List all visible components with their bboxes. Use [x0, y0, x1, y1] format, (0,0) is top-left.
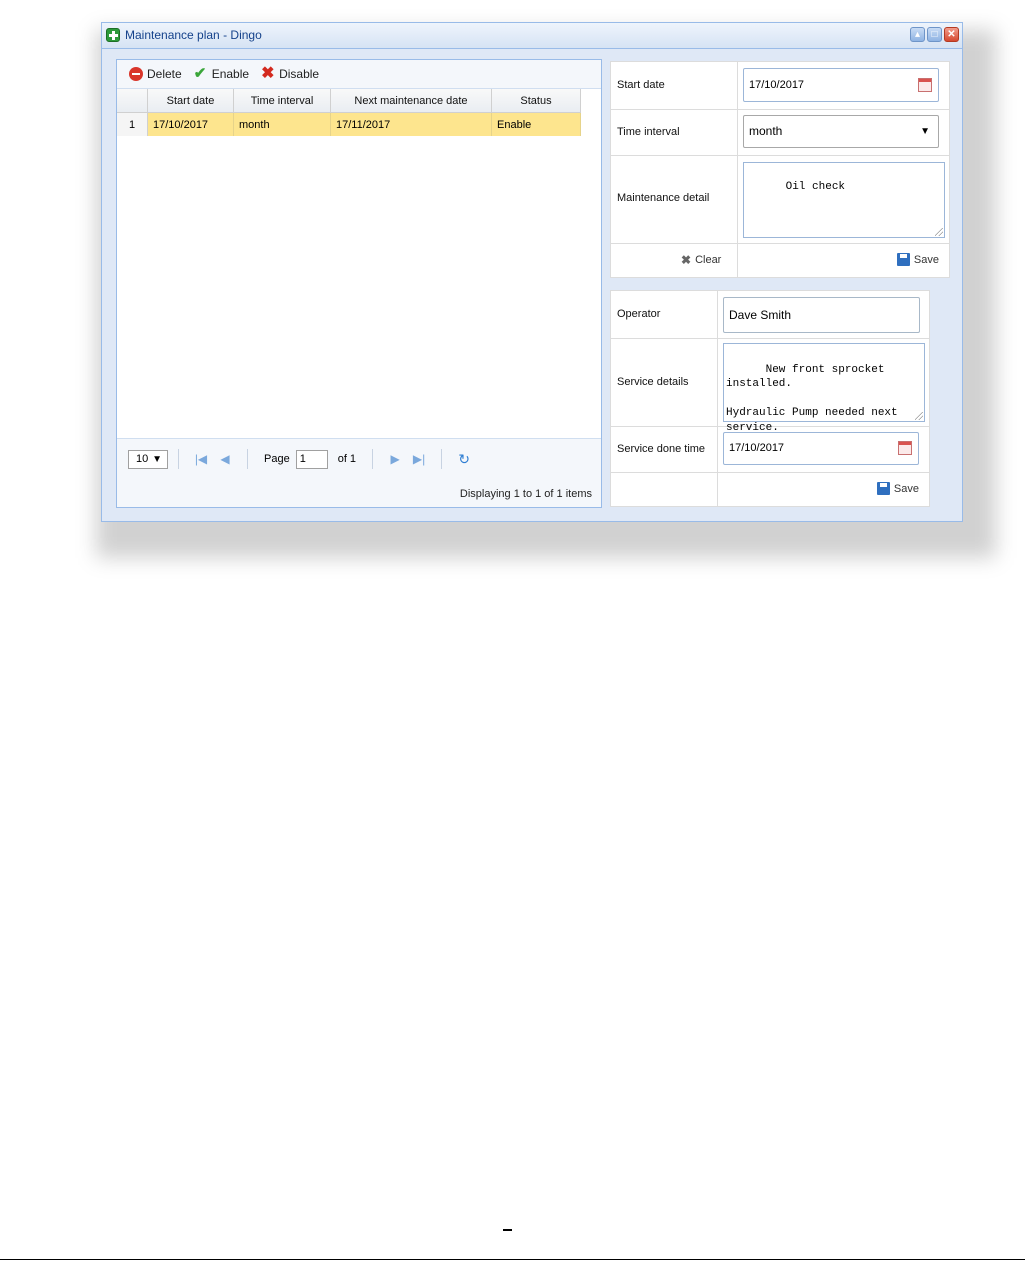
cell-status[interactable]: Enable	[491, 112, 581, 136]
displaying-info: Displaying 1 to 1 of 1 items	[459, 488, 592, 500]
service-save-label: Save	[893, 482, 919, 495]
page-size-select[interactable]: 10 ▼	[128, 449, 168, 469]
enable-button[interactable]: ✔ Enable	[193, 65, 250, 82]
service-form: Operator Dave Smith Service details New …	[610, 290, 930, 507]
column-header-status[interactable]: Status	[491, 89, 581, 113]
window-title: Maintenance plan - Dingo	[125, 28, 262, 42]
disable-label: Disable	[279, 67, 320, 81]
service-done-time-label: Service done time	[617, 443, 706, 455]
disable-button[interactable]: ✖ Disable	[261, 65, 320, 82]
start-date-row: Start date 17/10/2017	[611, 62, 949, 110]
time-interval-select[interactable]: month ▼	[743, 115, 939, 148]
plan-save-button[interactable]: Save	[896, 253, 939, 266]
last-page-icon[interactable]: ▶|	[407, 452, 431, 466]
operator-value: Dave Smith	[729, 308, 792, 322]
resize-grip-icon[interactable]	[935, 228, 943, 236]
save-icon	[896, 253, 910, 266]
start-date-value: 17/10/2017	[749, 79, 805, 91]
calendar-icon[interactable]	[918, 78, 932, 92]
row-number: 1	[117, 112, 148, 136]
service-actions-row: Save	[611, 472, 929, 507]
plan-save-label: Save	[913, 253, 939, 266]
operator-row: Operator Dave Smith	[611, 291, 929, 339]
resize-grip-icon[interactable]	[915, 412, 923, 420]
page-size-value: 10	[136, 452, 149, 465]
delete-button[interactable]: Delete	[129, 67, 182, 81]
operator-label: Operator	[617, 308, 661, 320]
window-controls: ▴ □ ✕	[910, 27, 959, 42]
column-header-next-date[interactable]: Next maintenance date	[330, 89, 492, 113]
window-titlebar[interactable]: Maintenance plan - Dingo ▴ □ ✕	[102, 23, 962, 49]
collapse-button[interactable]: ▴	[910, 27, 925, 42]
separator	[247, 449, 248, 469]
column-header-time-interval[interactable]: Time interval	[233, 89, 331, 113]
cell-start-date[interactable]: 17/10/2017	[147, 112, 234, 136]
service-done-time-row: Service done time 17/10/2017	[611, 426, 929, 473]
time-interval-label: Time interval	[617, 126, 680, 138]
calendar-icon[interactable]	[898, 441, 912, 455]
clear-label: Clear	[695, 254, 722, 266]
separator	[372, 449, 374, 469]
refresh-icon[interactable]: ↻	[452, 451, 476, 468]
cell-time-interval[interactable]: month	[233, 112, 331, 136]
first-page-icon[interactable]: |◀	[189, 452, 213, 466]
chevron-down-icon: ▼	[152, 453, 162, 465]
service-details-textarea[interactable]: New front sprocket installed. Hydraulic …	[723, 343, 925, 434]
clear-icon: ✖	[681, 253, 692, 267]
time-interval-row: Time interval month ▼	[611, 109, 949, 156]
maintenance-detail-textarea[interactable]: Oil check	[743, 162, 945, 238]
chevron-down-icon: ▼	[920, 126, 930, 137]
maintenance-detail-value: Oil check	[785, 181, 846, 193]
service-details-value: New front sprocket installed. Hydraulic …	[726, 363, 898, 434]
next-page-icon[interactable]: ▶	[383, 452, 407, 466]
column-header-start-date[interactable]: Start date	[147, 89, 234, 113]
operator-field[interactable]: Dave Smith	[723, 297, 920, 333]
maintenance-grid-panel: Delete ✔ Enable ✖ Disable Start date Tim…	[116, 59, 602, 508]
service-done-time-value: 17/10/2017	[729, 442, 785, 454]
page-bottom-rule	[0, 1259, 1025, 1260]
cross-icon: ✖	[261, 65, 275, 82]
separator	[441, 449, 443, 469]
pagination-controls: 10 ▼ |◀ ◀ Page 1 of 1 ▶ ▶| ↻	[128, 449, 476, 469]
delete-icon	[129, 67, 143, 81]
plan-form: Start date 17/10/2017 Time interval mont…	[610, 61, 950, 278]
start-date-field[interactable]: 17/10/2017	[743, 68, 939, 102]
close-button[interactable]: ✕	[944, 27, 959, 42]
time-interval-value: month	[749, 124, 783, 138]
enable-label: Enable	[211, 67, 250, 81]
plan-actions-row: ✖ Clear Save	[611, 243, 949, 278]
service-done-time-field[interactable]: 17/10/2017	[723, 432, 919, 465]
maximize-button[interactable]: □	[927, 27, 942, 42]
save-icon	[876, 482, 890, 495]
prev-page-icon[interactable]: ◀	[213, 452, 237, 466]
cell-next-date[interactable]: 17/11/2017	[330, 112, 492, 136]
service-details-row: Service details New front sprocket insta…	[611, 338, 929, 434]
clear-button[interactable]: ✖ Clear	[681, 253, 721, 267]
maintenance-table: Start date Time interval Next maintenanc…	[117, 89, 581, 136]
page-total-label: of 1	[337, 453, 357, 465]
maintenance-detail-label: Maintenance detail	[617, 192, 710, 204]
separator	[178, 449, 179, 469]
table-header-row: Start date Time interval Next maintenanc…	[117, 89, 581, 113]
grid-toolbar: Delete ✔ Enable ✖ Disable	[117, 60, 601, 89]
table-row[interactable]: 1 17/10/2017 month 17/11/2017 Enable	[117, 112, 581, 136]
page-number-input[interactable]: 1	[295, 449, 328, 469]
service-save-button[interactable]: Save	[876, 482, 919, 495]
checkmark-icon: ✔	[193, 65, 207, 82]
medical-cross-icon	[106, 28, 120, 42]
start-date-label: Start date	[617, 79, 665, 91]
maintenance-detail-row: Maintenance detail Oil check	[611, 155, 949, 244]
delete-label: Delete	[147, 67, 182, 81]
pagination-bar: 10 ▼ |◀ ◀ Page 1 of 1 ▶ ▶| ↻ Displaying …	[117, 438, 601, 507]
row-number-header	[117, 89, 148, 113]
service-details-label: Service details	[617, 376, 689, 388]
page-label: Page	[264, 453, 290, 465]
page-mark	[503, 1229, 512, 1231]
